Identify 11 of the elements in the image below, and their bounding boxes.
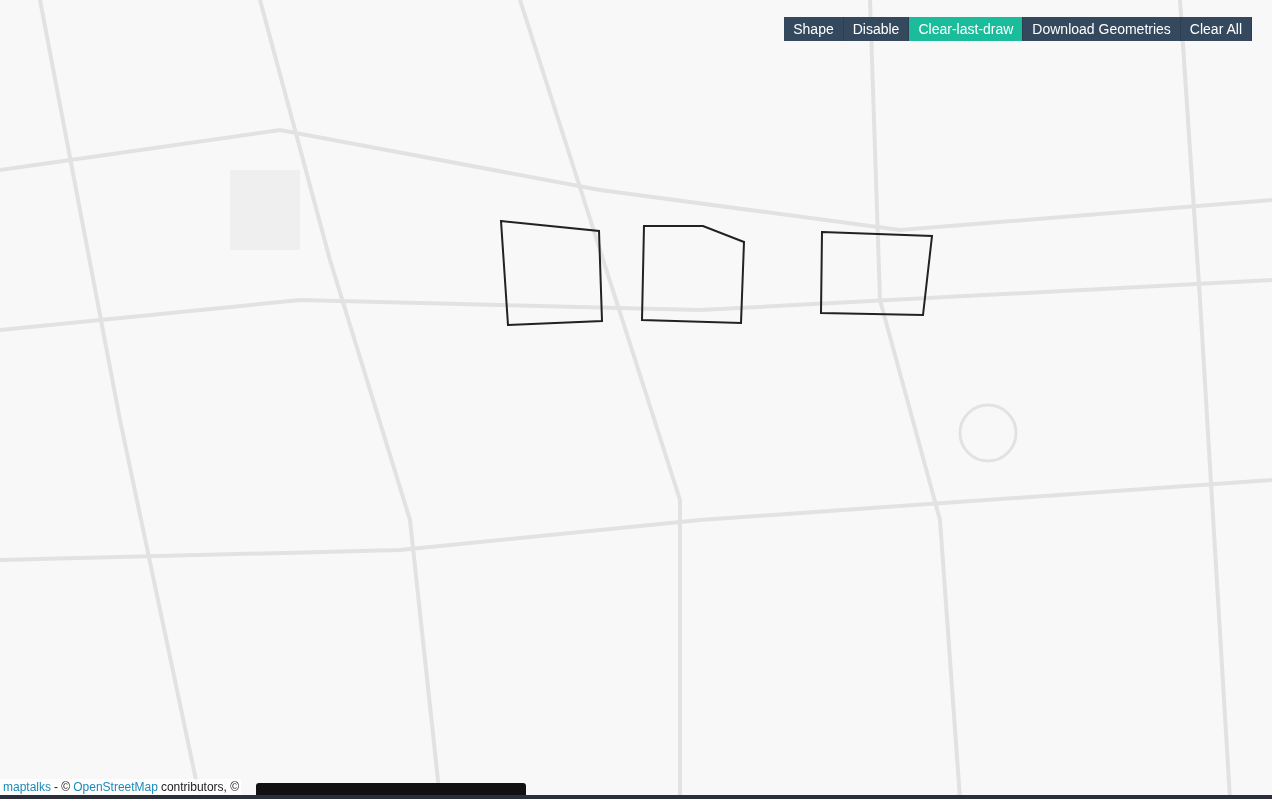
maptalks-link[interactable]: maptalks <box>3 779 52 795</box>
drawn-polygon[interactable] <box>640 225 746 325</box>
attribution-text: - © <box>54 779 71 795</box>
toolbar-button[interactable]: Download Geometries <box>1023 17 1181 41</box>
toolbar-button[interactable]: Shape <box>784 17 844 41</box>
drawn-polygon[interactable] <box>820 230 934 316</box>
openstreetmap-link[interactable]: OpenStreetMap <box>73 779 158 795</box>
toolbar-button[interactable]: Disable <box>843 17 910 41</box>
drawn-polygon[interactable] <box>499 219 604 327</box>
toolbar-button[interactable]: Clear All <box>1180 17 1252 41</box>
attribution-text: contributors, © <box>160 779 240 795</box>
